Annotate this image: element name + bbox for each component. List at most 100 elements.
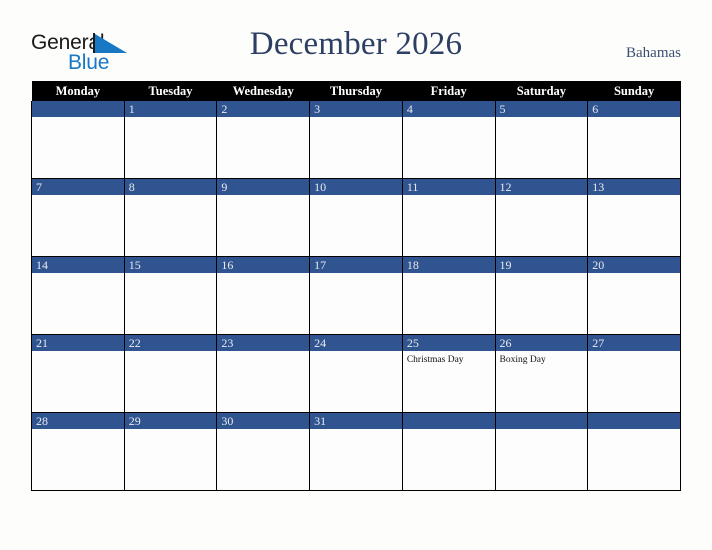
day-number: 20 bbox=[588, 257, 680, 273]
day-number: 14 bbox=[32, 257, 124, 273]
day-number: 4 bbox=[402, 101, 495, 117]
day-cell-inner: 3 bbox=[310, 101, 402, 178]
calendar-day-cell[interactable]: 30 bbox=[216, 412, 311, 491]
day-number: 27 bbox=[588, 335, 680, 351]
day-cell-inner: 23 bbox=[217, 335, 310, 412]
day-cell-inner: 17 bbox=[310, 257, 402, 334]
calendar-empty-cell[interactable] bbox=[587, 412, 681, 491]
weekday-header-saturday: Saturday bbox=[495, 81, 588, 101]
day-number: 31 bbox=[310, 413, 402, 429]
weekday-header-wednesday: Wednesday bbox=[216, 81, 310, 101]
calendar-day-cell[interactable]: 14 bbox=[31, 256, 125, 335]
calendar-day-cell[interactable]: 27 bbox=[587, 334, 681, 413]
day-number: 17 bbox=[310, 257, 402, 273]
day-cell-inner: 28 bbox=[32, 413, 124, 490]
weekday-header-sunday: Sunday bbox=[587, 81, 681, 101]
day-cell-inner: 8 bbox=[124, 179, 217, 256]
day-cell-inner bbox=[402, 413, 495, 490]
calendar-week-row: 21 22 23 24 25 Christmas Day 26 Boxing Day 27 bbox=[31, 334, 681, 413]
day-cell-inner: 29 bbox=[124, 413, 217, 490]
day-cell-inner: 5 bbox=[495, 101, 588, 178]
day-number bbox=[402, 413, 495, 429]
calendar-day-cell[interactable]: 21 bbox=[31, 334, 125, 413]
weekday-header-friday: Friday bbox=[402, 81, 496, 101]
calendar-day-cell[interactable]: 24 bbox=[309, 334, 403, 413]
day-number: 1 bbox=[124, 101, 217, 117]
day-cell-inner: 22 bbox=[124, 335, 217, 412]
day-number: 29 bbox=[124, 413, 217, 429]
day-cell-inner: 18 bbox=[402, 257, 495, 334]
day-cell-inner: 19 bbox=[495, 257, 588, 334]
page-title: December 2026 bbox=[249, 26, 463, 62]
day-number bbox=[495, 413, 588, 429]
holiday-label: Boxing Day bbox=[499, 355, 546, 365]
day-number: 25 bbox=[402, 335, 495, 351]
calendar-day-cell[interactable]: 22 bbox=[123, 334, 218, 413]
day-number: 10 bbox=[310, 179, 402, 195]
calendar-day-cell[interactable]: 10 bbox=[309, 178, 403, 257]
day-number: 13 bbox=[588, 179, 680, 195]
calendar-week-row: 7 8 9 10 11 12 13 bbox=[31, 178, 681, 257]
day-number: 16 bbox=[217, 257, 310, 273]
calendar-day-cell[interactable]: 19 bbox=[494, 256, 589, 335]
calendar-empty-cell[interactable] bbox=[31, 101, 125, 179]
calendar-empty-cell[interactable] bbox=[401, 412, 496, 491]
calendar-day-cell[interactable]: 5 bbox=[494, 101, 589, 179]
day-cell-inner: 10 bbox=[310, 179, 402, 256]
day-cell-inner: 14 bbox=[32, 257, 124, 334]
day-cell-inner: 12 bbox=[495, 179, 588, 256]
day-number: 9 bbox=[217, 179, 310, 195]
calendar-day-cell[interactable]: 25 Christmas Day bbox=[401, 334, 496, 413]
calendar-weekday-header: Monday Tuesday Wednesday Thursday Friday… bbox=[31, 81, 681, 101]
calendar-day-cell[interactable]: 18 bbox=[401, 256, 496, 335]
day-cell-inner bbox=[495, 413, 588, 490]
calendar-day-cell[interactable]: 28 bbox=[31, 412, 125, 491]
weekday-header-monday: Monday bbox=[31, 81, 125, 101]
calendar-day-cell[interactable]: 31 bbox=[309, 412, 403, 491]
calendar-day-cell[interactable]: 7 bbox=[31, 178, 125, 257]
day-cell-inner: 31 bbox=[310, 413, 402, 490]
calendar-day-cell[interactable]: 9 bbox=[216, 178, 311, 257]
calendar-day-cell[interactable]: 6 bbox=[587, 101, 681, 179]
calendar-body: 1 2 3 4 5 6 7 8 9 10 11 12 13 14 15 16 17 18 19 20 21 22 23 24 2… bbox=[31, 101, 681, 491]
day-events: Boxing Day bbox=[496, 351, 588, 366]
calendar-day-cell[interactable]: 23 bbox=[216, 334, 311, 413]
calendar-day-cell[interactable]: 20 bbox=[587, 256, 681, 335]
day-number: 23 bbox=[217, 335, 310, 351]
page-header: General Blue December 2026 Bahamas bbox=[0, 0, 712, 80]
calendar-day-cell[interactable]: 12 bbox=[494, 178, 589, 257]
calendar-day-cell[interactable]: 17 bbox=[309, 256, 403, 335]
day-number: 12 bbox=[495, 179, 588, 195]
day-number: 24 bbox=[310, 335, 402, 351]
calendar-day-cell[interactable]: 29 bbox=[123, 412, 218, 491]
calendar-day-cell[interactable]: 15 bbox=[123, 256, 218, 335]
calendar-empty-cell[interactable] bbox=[494, 412, 589, 491]
day-cell-inner: 21 bbox=[32, 335, 124, 412]
day-cell-inner: 4 bbox=[402, 101, 495, 178]
day-cell-inner: 26 Boxing Day bbox=[495, 335, 588, 412]
day-cell-inner: 20 bbox=[588, 257, 680, 334]
calendar-day-cell[interactable]: 13 bbox=[587, 178, 681, 257]
calendar-day-cell[interactable]: 2 bbox=[216, 101, 311, 179]
day-cell-inner: 16 bbox=[217, 257, 310, 334]
calendar-day-cell[interactable]: 4 bbox=[401, 101, 496, 179]
day-cell-inner: 24 bbox=[310, 335, 402, 412]
calendar-day-cell[interactable]: 16 bbox=[216, 256, 311, 335]
calendar-grid: Monday Tuesday Wednesday Thursday Friday… bbox=[31, 81, 681, 491]
day-cell-inner: 25 Christmas Day bbox=[402, 335, 495, 412]
calendar-day-cell[interactable]: 11 bbox=[401, 178, 496, 257]
day-cell-inner: 13 bbox=[588, 179, 680, 256]
calendar-day-cell[interactable]: 26 Boxing Day bbox=[494, 334, 589, 413]
day-cell-inner: 7 bbox=[32, 179, 124, 256]
day-number: 7 bbox=[32, 179, 124, 195]
holiday-label: Christmas Day bbox=[406, 355, 464, 365]
day-number: 2 bbox=[217, 101, 310, 117]
calendar-day-cell[interactable]: 1 bbox=[123, 101, 218, 179]
calendar-day-cell[interactable]: 3 bbox=[309, 101, 403, 179]
country-label: Bahamas bbox=[626, 45, 681, 61]
day-cell-inner: 11 bbox=[402, 179, 495, 256]
day-events: Christmas Day bbox=[403, 351, 495, 366]
day-cell-inner bbox=[588, 413, 680, 490]
calendar-day-cell[interactable]: 8 bbox=[123, 178, 218, 257]
day-number: 30 bbox=[217, 413, 310, 429]
